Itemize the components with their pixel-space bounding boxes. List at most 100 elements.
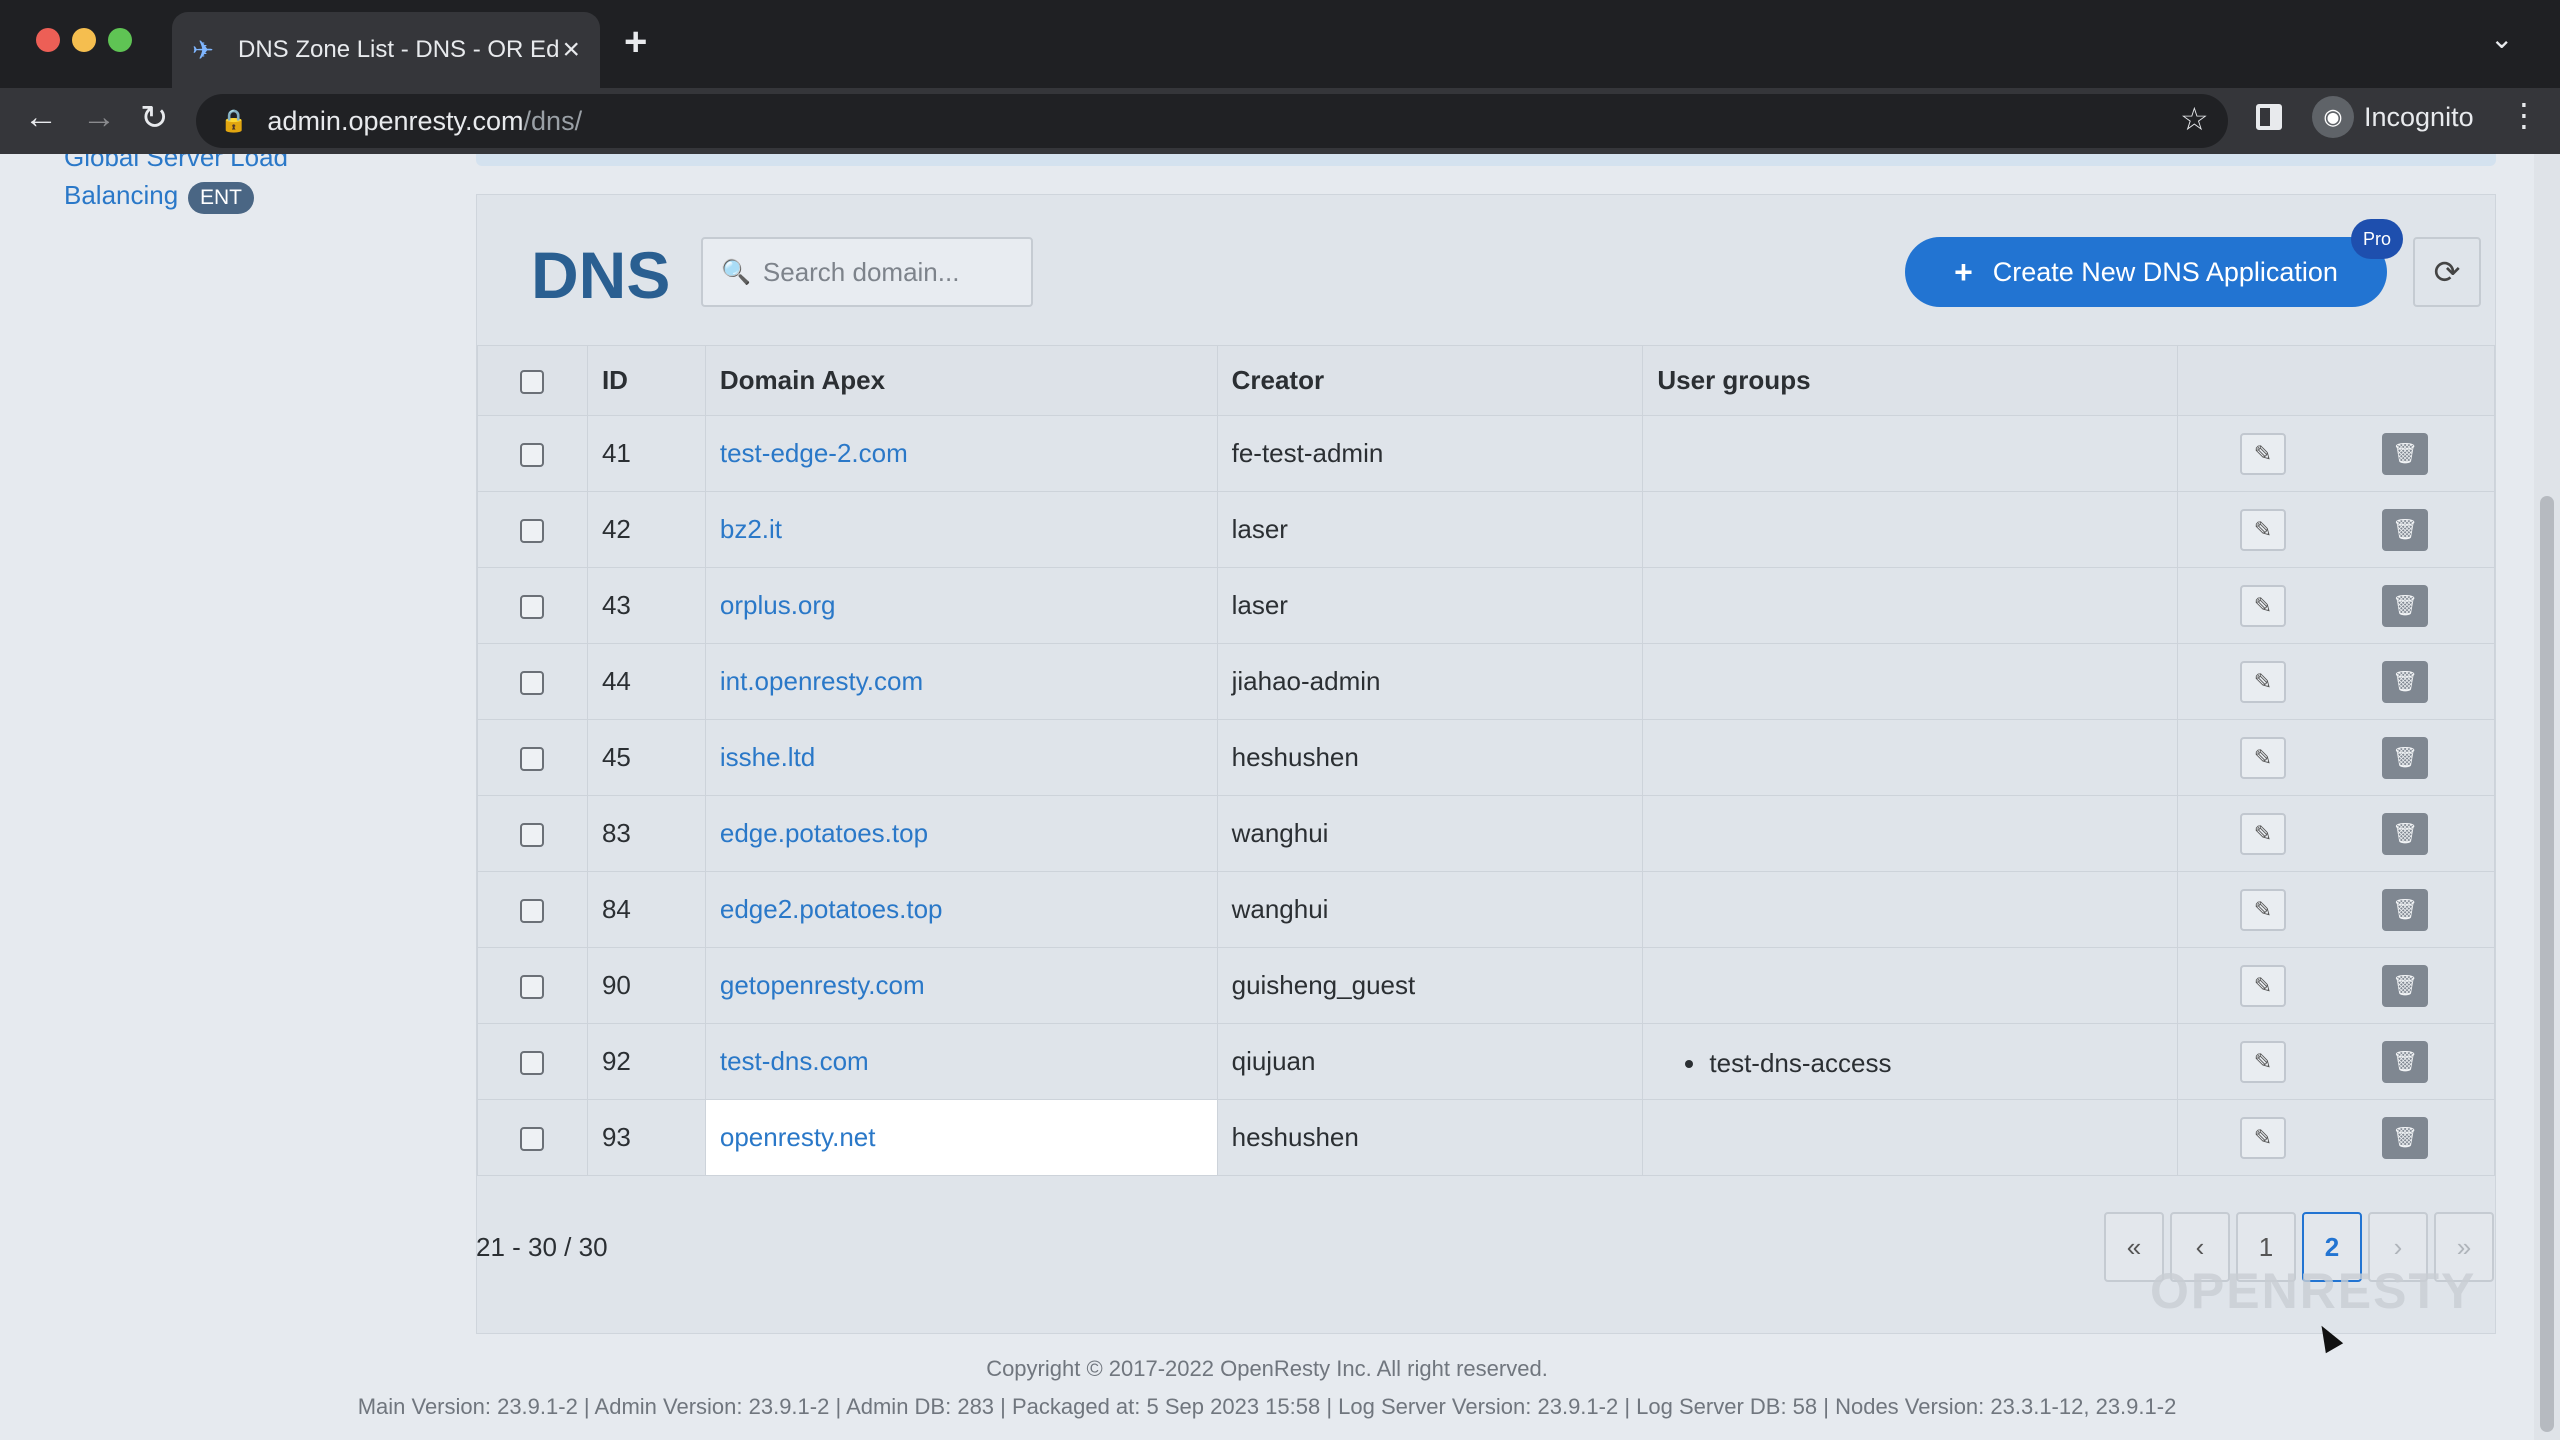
table-row: 93 openresty.net heshushen ✎ 🗑 <box>477 1099 2495 1176</box>
domain-link[interactable]: openresty.net <box>720 1122 876 1152</box>
footer-copyright: Copyright © 2017-2022 OpenResty Inc. All… <box>986 1356 1548 1381</box>
refresh-button[interactable]: ⟳ <box>2413 237 2481 307</box>
column-header-creator[interactable]: Creator <box>1216 345 1644 416</box>
row-checkbox[interactable] <box>520 595 545 620</box>
table-row: 42 bz2.it laser ✎ 🗑 <box>477 491 2495 568</box>
edit-icon[interactable]: ✎ <box>2240 1040 2287 1083</box>
new-tab-icon[interactable]: + <box>624 20 647 65</box>
top-banner-edge <box>476 154 2496 166</box>
row-checkbox[interactable] <box>520 899 545 924</box>
trash-icon[interactable]: 🗑 <box>2382 736 2429 779</box>
trash-icon[interactable]: 🗑 <box>2382 812 2429 855</box>
reload-icon[interactable]: ↻ <box>140 98 169 138</box>
trash-icon[interactable]: 🗑 <box>2382 584 2429 627</box>
edit-icon[interactable]: ✎ <box>2240 508 2287 551</box>
column-header-id[interactable]: ID <box>586 345 706 416</box>
close-tab-icon[interactable]: × <box>562 33 580 67</box>
row-check-cell <box>477 491 588 568</box>
trash-icon[interactable]: 🗑 <box>2382 1040 2429 1083</box>
row-check-cell <box>477 643 588 720</box>
row-user-groups: test-dns-access <box>1642 1023 2179 1100</box>
trash-icon[interactable]: 🗑 <box>2382 508 2429 551</box>
incognito-icon[interactable]: ◉ <box>2312 96 2354 138</box>
row-user-groups <box>1642 491 2179 568</box>
edit-icon[interactable]: ✎ <box>2240 584 2287 627</box>
trash-icon[interactable]: 🗑 <box>2382 964 2429 1007</box>
row-id: 41 <box>586 415 706 492</box>
domain-link[interactable]: test-edge-2.com <box>720 438 908 468</box>
dns-table: ID Domain Apex Creator User groups 41 te… <box>477 345 2495 1176</box>
row-checkbox[interactable] <box>520 1127 545 1152</box>
dns-card: DNS 🔍 + Create New DNS Application Pro ⟳… <box>476 194 2496 1334</box>
domain-link[interactable]: orplus.org <box>720 590 836 620</box>
edit-icon[interactable]: ✎ <box>2240 660 2287 703</box>
row-creator: heshushen <box>1216 1099 1644 1176</box>
domain-link[interactable]: isshe.ltd <box>720 742 815 772</box>
bullet-icon <box>1685 1059 1694 1068</box>
row-checkbox[interactable] <box>520 443 545 468</box>
search-box[interactable]: 🔍 <box>701 237 1033 307</box>
maximize-window-button[interactable] <box>108 28 132 52</box>
domain-link[interactable]: int.openresty.com <box>720 666 923 696</box>
create-dns-app-button[interactable]: + Create New DNS Application <box>1905 237 2387 307</box>
row-id: 92 <box>586 1023 706 1100</box>
edit-icon[interactable]: ✎ <box>2240 812 2287 855</box>
trash-icon[interactable]: 🗑 <box>2382 888 2429 931</box>
incognito-label[interactable]: Incognito <box>2364 102 2474 133</box>
browser-titlebar: ✈ DNS Zone List - DNS - OR Edge × + ⌄ <box>0 0 2560 88</box>
ent-badge: ENT <box>188 182 254 214</box>
column-header-actions <box>2177 345 2495 416</box>
edit-icon[interactable]: ✎ <box>2240 964 2287 1007</box>
table-row: 43 orplus.org laser ✎ 🗑 <box>477 567 2495 644</box>
row-checkbox[interactable] <box>520 747 545 772</box>
row-check-cell <box>477 1099 588 1176</box>
row-creator: jiahao-admin <box>1216 643 1644 720</box>
row-checkbox[interactable] <box>520 1051 545 1076</box>
row-checkbox[interactable] <box>520 975 545 1000</box>
row-checkbox[interactable] <box>520 519 545 544</box>
tab-search-chevron-icon[interactable]: ⌄ <box>2490 22 2513 55</box>
column-header-domain[interactable]: Domain Apex <box>704 345 1218 416</box>
column-header-user-groups[interactable]: User groups <box>1642 345 2179 416</box>
row-checkbox[interactable] <box>520 671 545 696</box>
select-all-checkbox[interactable] <box>520 370 545 395</box>
edit-icon[interactable]: ✎ <box>2240 888 2287 931</box>
sidebar-item-gslb-line1[interactable]: Global Server Load <box>64 154 288 173</box>
row-id: 93 <box>586 1099 706 1176</box>
side-panel-icon[interactable] <box>2256 104 2282 130</box>
edit-icon[interactable]: ✎ <box>2240 736 2287 779</box>
row-check-cell <box>477 795 588 872</box>
back-arrow-icon[interactable]: ← <box>24 98 58 137</box>
sidebar-item-gslb-line2[interactable]: Balancing <box>64 180 178 211</box>
row-id: 45 <box>586 719 706 796</box>
row-user-groups <box>1642 947 2179 1024</box>
search-input[interactable] <box>762 256 1023 288</box>
trash-icon[interactable]: 🗑 <box>2382 660 2429 703</box>
address-bar[interactable]: 🔒 admin.openresty.com/dns/ <box>196 94 2228 148</box>
domain-link[interactable]: edge2.potatoes.top <box>720 894 943 924</box>
row-actions: ✎ 🗑 <box>2177 491 2495 568</box>
url-host: admin.openresty.com <box>267 105 524 136</box>
row-domain-cell: test-dns.com <box>704 1023 1218 1100</box>
row-creator: wanghui <box>1216 795 1644 872</box>
kebab-menu-icon[interactable]: ⋮ <box>2508 96 2540 134</box>
row-creator: laser <box>1216 567 1644 644</box>
trash-icon[interactable]: 🗑 <box>2382 1116 2429 1159</box>
trash-icon[interactable]: 🗑 <box>2382 432 2429 475</box>
edit-icon[interactable]: ✎ <box>2240 1116 2287 1159</box>
domain-link[interactable]: edge.potatoes.top <box>720 818 928 848</box>
domain-link[interactable]: getopenresty.com <box>720 970 925 1000</box>
domain-link[interactable]: test-dns.com <box>720 1046 869 1076</box>
pagination-range: 21 - 30 / 30 <box>476 1232 608 1262</box>
scrollbar-thumb[interactable] <box>2540 496 2554 1432</box>
bookmark-star-icon[interactable]: ☆ <box>2180 100 2209 138</box>
browser-tab[interactable]: ✈ DNS Zone List - DNS - OR Edge × <box>172 12 600 88</box>
row-creator: qiujuan <box>1216 1023 1644 1100</box>
close-window-button[interactable] <box>36 28 60 52</box>
row-checkbox[interactable] <box>520 823 545 848</box>
minimize-window-button[interactable] <box>72 28 96 52</box>
edit-icon[interactable]: ✎ <box>2240 432 2287 475</box>
forward-arrow-icon[interactable]: → <box>82 98 116 137</box>
domain-link[interactable]: bz2.it <box>720 514 782 544</box>
row-domain-cell: test-edge-2.com <box>704 415 1218 492</box>
